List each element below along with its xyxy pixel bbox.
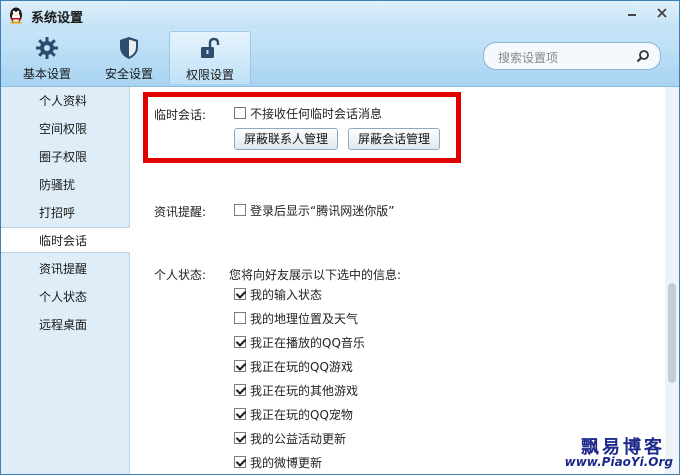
content-scrollbar[interactable] bbox=[665, 87, 679, 474]
sidebar-item-status[interactable]: 个人状态 bbox=[1, 284, 129, 310]
checkbox[interactable] bbox=[234, 204, 246, 216]
shield-icon bbox=[120, 37, 138, 59]
checkbox-label: 我的公益活动更新 bbox=[250, 432, 347, 446]
window-title: 系统设置 bbox=[31, 11, 84, 26]
search-icon[interactable] bbox=[636, 49, 650, 63]
sidebar-item-profile[interactable]: 个人资料 bbox=[1, 88, 129, 114]
status-label: 个人状态: bbox=[154, 268, 207, 282]
minimize-icon[interactable] bbox=[621, 5, 643, 23]
checkbox-label: 我的地理位置及天气 bbox=[250, 312, 359, 326]
qq-penguin-icon bbox=[10, 7, 22, 24]
checkbox-label: 登录后显示“腾讯网迷你版” bbox=[250, 204, 395, 218]
checkbox[interactable] bbox=[234, 312, 246, 324]
checkbox[interactable] bbox=[234, 456, 246, 468]
news-label: 资讯提醒: bbox=[154, 205, 207, 219]
scrollbar-thumb[interactable] bbox=[668, 283, 676, 383]
gear-icon bbox=[36, 37, 58, 59]
checkbox[interactable] bbox=[234, 408, 246, 420]
title-bar[interactable]: 系统设置 bbox=[1, 1, 679, 29]
tab-label: 安全设置 bbox=[104, 67, 153, 81]
search-placeholder: 搜索设置项 bbox=[498, 51, 559, 65]
checkbox[interactable] bbox=[234, 432, 246, 444]
sidebar-item-temp-chat[interactable]: 临时会话 bbox=[1, 227, 130, 253]
checkbox[interactable] bbox=[234, 288, 246, 300]
category-toolbar: 基本设置 安全设置 权限设置 搜索设置项 bbox=[1, 29, 679, 87]
checkbox-label: 我正在玩的其他游戏 bbox=[250, 384, 359, 398]
watermark: 飘易博客 www.PiaoYi.Org bbox=[549, 433, 679, 473]
sidebar-item-greeting[interactable]: 打招呼 bbox=[1, 200, 129, 226]
status-description: 您将向好友展示以下选中的信息: bbox=[229, 268, 402, 282]
checkbox[interactable] bbox=[234, 336, 246, 348]
checkbox[interactable] bbox=[234, 384, 246, 396]
tab-permission-settings[interactable]: 权限设置 bbox=[169, 31, 251, 84]
watermark-url: www.PiaoYi.Org bbox=[564, 455, 673, 469]
close-icon[interactable] bbox=[651, 5, 673, 23]
sidebar-item-anti-harassment[interactable]: 防骚扰 bbox=[1, 172, 129, 198]
checkbox-label: 我正在玩的QQ游戏 bbox=[250, 360, 353, 374]
search-input[interactable]: 搜索设置项 bbox=[483, 42, 661, 70]
checkbox-label: 我的输入状态 bbox=[250, 288, 323, 302]
sidebar-item-space-permission[interactable]: 空间权限 bbox=[1, 116, 129, 142]
tab-security-settings[interactable]: 安全设置 bbox=[89, 31, 169, 83]
unlock-icon bbox=[201, 37, 220, 58]
checkbox-label: 我正在播放的QQ音乐 bbox=[250, 336, 365, 350]
checkbox-label: 我正在玩的QQ宠物 bbox=[250, 408, 353, 422]
tab-label: 基本设置 bbox=[22, 67, 71, 81]
checkbox[interactable] bbox=[234, 360, 246, 372]
tab-basic-settings[interactable]: 基本设置 bbox=[7, 31, 87, 83]
sidebar-nav: 个人资料 空间权限 圈子权限 防骚扰 打招呼 临时会话 资讯提醒 个人状态 远程… bbox=[1, 87, 130, 474]
tab-label: 权限设置 bbox=[185, 68, 234, 82]
settings-window: 系统设置 基本设置 安全设置 权限设置 搜索设置项 个人资料 空间权限 圈子权限… bbox=[0, 0, 680, 475]
sidebar-item-circle-permission[interactable]: 圈子权限 bbox=[1, 144, 129, 170]
highlight-box bbox=[143, 92, 461, 163]
sidebar-item-remote-desktop[interactable]: 远程桌面 bbox=[1, 312, 129, 338]
sidebar-item-news[interactable]: 资讯提醒 bbox=[1, 256, 129, 282]
checkbox-label: 我的微博更新 bbox=[250, 456, 323, 470]
